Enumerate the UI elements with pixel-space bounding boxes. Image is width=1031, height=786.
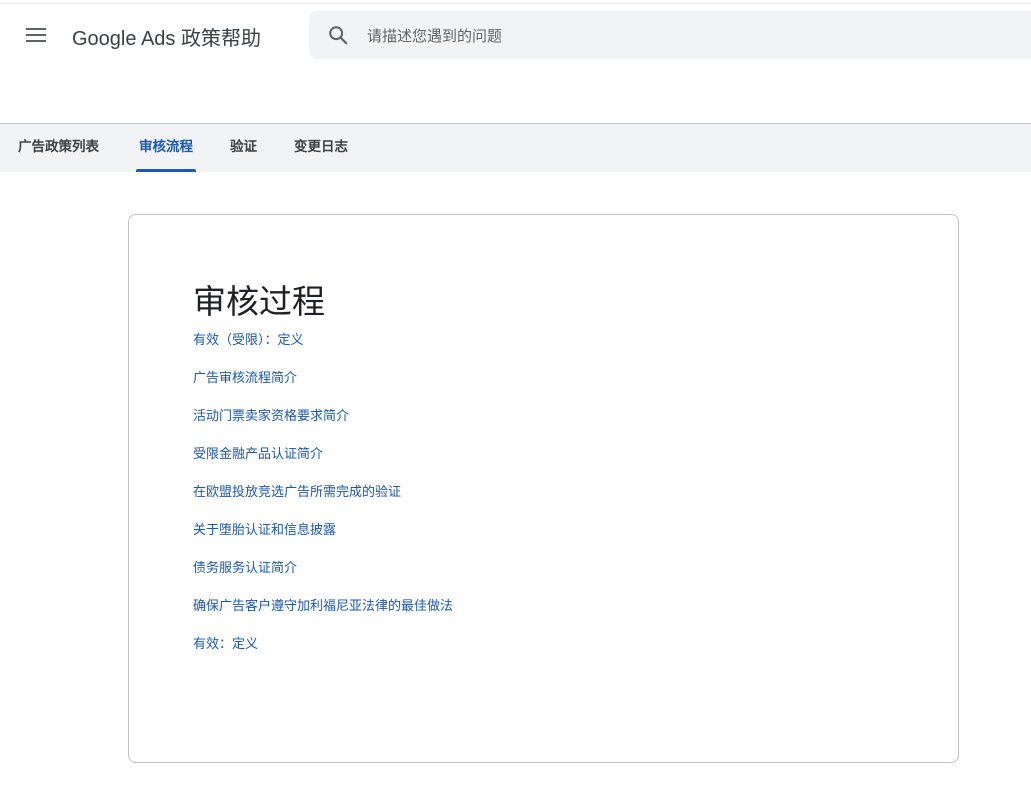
product-title[interactable]: Google Ads 政策帮助 (72, 22, 261, 51)
menu-icon (26, 28, 46, 42)
article-link[interactable]: 在欧盟投放竞选广告所需完成的验证 (193, 485, 401, 500)
article-link[interactable]: 确保广告客户遵守加利福尼亚法律的最佳做法 (193, 599, 453, 614)
article-link[interactable]: 广告审核流程简介 (193, 371, 297, 386)
list-item: 活动门票卖家资格要求简介 (193, 405, 453, 443)
tab-verification[interactable]: 验证 (230, 124, 257, 172)
search-input[interactable] (365, 21, 1009, 51)
tab-ad-policies[interactable]: 广告政策列表 (18, 124, 99, 172)
list-item: 关于堕胎认证和信息披露 (193, 519, 453, 557)
search-box[interactable] (309, 11, 1031, 59)
app-header: Google Ads 政策帮助 (0, 0, 1031, 123)
list-item: 债务服务认证简介 (193, 557, 453, 595)
article-link[interactable]: 受限金融产品认证简介 (193, 447, 323, 462)
article-link[interactable]: 关于堕胎认证和信息披露 (193, 523, 336, 538)
article-link[interactable]: 有效：定义 (193, 637, 258, 652)
main-menu-button[interactable] (18, 17, 54, 53)
search-icon[interactable] (327, 24, 349, 46)
content-card: 审核过程 有效（受限）：定义 广告审核流程简介 活动门票卖家资格要求简介 受限金… (128, 214, 959, 763)
tab-review-process[interactable]: 审核流程 (136, 124, 196, 172)
list-item: 广告审核流程简介 (193, 367, 453, 405)
tab-change-log[interactable]: 变更日志 (294, 124, 348, 172)
list-item: 有效（受限）：定义 (193, 329, 453, 367)
tab-bar: 广告政策列表 审核流程 验证 变更日志 (0, 123, 1031, 172)
list-item: 有效：定义 (193, 633, 453, 671)
article-link[interactable]: 有效（受限）：定义 (193, 333, 304, 348)
list-item: 确保广告客户遵守加利福尼亚法律的最佳做法 (193, 595, 453, 633)
list-item: 受限金融产品认证简介 (193, 443, 453, 481)
article-link[interactable]: 债务服务认证简介 (193, 561, 297, 576)
article-link-list: 有效（受限）：定义 广告审核流程简介 活动门票卖家资格要求简介 受限金融产品认证… (193, 329, 453, 671)
article-link[interactable]: 活动门票卖家资格要求简介 (193, 409, 349, 424)
page-title: 审核过程 (193, 282, 325, 321)
list-item: 在欧盟投放竞选广告所需完成的验证 (193, 481, 453, 519)
